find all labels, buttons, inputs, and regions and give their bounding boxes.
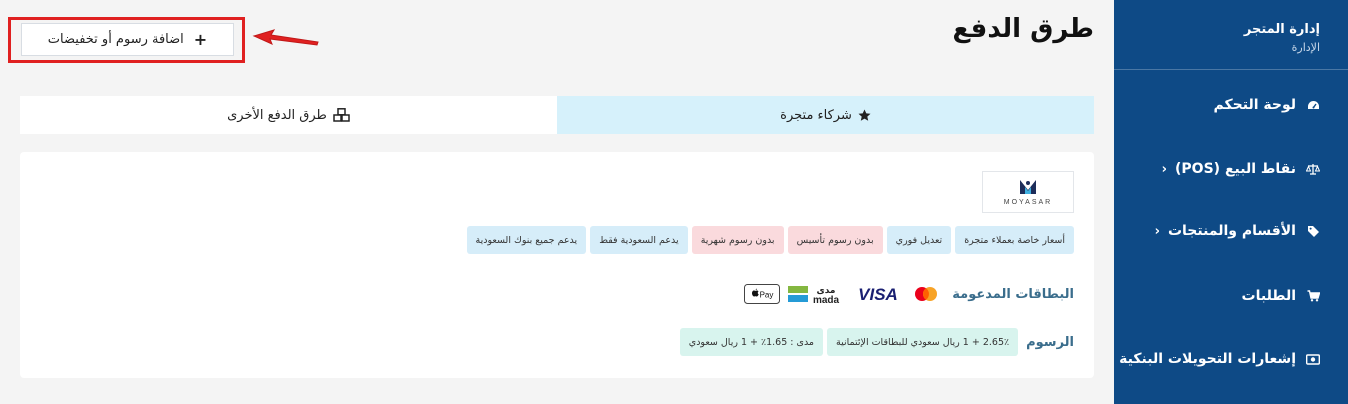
sidebar-item-label: لوحة التحكم <box>1213 97 1296 113</box>
sidebar-header: إدارة المتجر الإدارة <box>1114 0 1348 70</box>
mada-logo-icon: مدى mada <box>788 286 840 305</box>
chevron-left-icon: ‹ <box>1154 223 1160 239</box>
payment-tabs: شركاء متجرة طرق الدفع الأخرى <box>20 96 1094 134</box>
fees-row: الرسوم 2.65٪ + 1 ريال سعودي للبطاقات الإ… <box>679 328 1074 356</box>
provider-card: MOYASAR أسعار خاصة بعملاء متجرة تعديل فو… <box>20 152 1094 378</box>
fee-badge: مدى : 1.65٪ + 1 ريال سعودي <box>679 328 824 356</box>
tab-label: طرق الدفع الأخرى <box>227 107 327 123</box>
feature-badge: بدون رسوم شهرية <box>691 226 784 254</box>
mada-en-text: mada <box>813 295 840 305</box>
store-subtitle: الإدارة <box>1291 41 1320 54</box>
cubes-icon <box>333 108 350 122</box>
mastercard-icon <box>915 287 938 301</box>
sidebar-item-label: نقاط البيع (POS) <box>1175 161 1296 177</box>
logo-text: MOYASAR <box>1003 199 1053 206</box>
cart-icon <box>1306 289 1320 303</box>
sidebar-item-label: إشعارات التحويلات البنكية <box>1119 351 1296 367</box>
sidebar-item-bank-transfers[interactable]: إشعارات التحويلات البنكية <box>1114 339 1348 379</box>
apple-pay-icon: Pay <box>744 284 781 304</box>
apple-pay-text: Pay <box>760 291 774 300</box>
supported-cards-row: البطاقات المدعومة VISA مدى mada Pay <box>744 283 1074 305</box>
money-icon <box>1306 352 1320 366</box>
sidebar-item-pos[interactable]: نقاط البيع (POS) ‹ <box>1114 149 1348 189</box>
feature-badge: تعديل فوري <box>886 226 952 254</box>
tab-other-methods[interactable]: طرق الدفع الأخرى <box>20 96 557 134</box>
tab-label: شركاء متجرة <box>780 107 852 123</box>
store-title: إدارة المتجر <box>1243 22 1320 37</box>
fees-label: الرسوم <box>1026 334 1074 350</box>
page-title: طرق الدفع <box>952 14 1094 44</box>
sidebar-item-orders[interactable]: الطلبات <box>1114 276 1348 316</box>
star-icon <box>858 109 871 122</box>
add-fees-label: اضافة رسوم أو تخفيضات <box>47 32 184 47</box>
supported-cards-label: البطاقات المدعومة <box>952 286 1074 302</box>
annotation-arrow-icon <box>252 29 319 46</box>
scale-icon <box>1306 162 1320 176</box>
feature-badge: يدعم السعودية فقط <box>590 226 688 254</box>
sidebar-item-categories[interactable]: الأقسام والمنتجات ‹ <box>1114 211 1348 251</box>
sidebar-item-dashboard[interactable]: لوحة التحكم <box>1114 85 1348 125</box>
visa-logo-icon: VISA <box>858 285 898 303</box>
sidebar: إدارة المتجر الإدارة لوحة التحكم نقاط ال… <box>1114 0 1348 404</box>
feature-badges: أسعار خاصة بعملاء متجرة تعديل فوري بدون … <box>466 226 1074 254</box>
plus-icon: + <box>193 30 208 49</box>
sidebar-item-label: الطلبات <box>1241 288 1296 304</box>
sidebar-item-label: الأقسام والمنتجات <box>1167 223 1296 239</box>
moyasar-logo[interactable]: MOYASAR <box>982 171 1074 213</box>
tab-partners[interactable]: شركاء متجرة <box>557 96 1094 134</box>
visa-text: VISA <box>858 285 898 303</box>
chevron-left-icon: ‹ <box>1161 161 1168 177</box>
tag-icon <box>1306 224 1320 238</box>
feature-badge: أسعار خاصة بعملاء متجرة <box>955 226 1074 254</box>
add-fees-button[interactable]: + اضافة رسوم أو تخفيضات <box>21 23 234 56</box>
moyasar-logo-icon <box>1020 180 1036 194</box>
dashboard-icon <box>1306 98 1320 112</box>
fee-badge: 2.65٪ + 1 ريال سعودي للبطاقات الإئتمانية <box>827 328 1019 356</box>
feature-badge: يدعم جميع بنوك السعودية <box>466 226 587 254</box>
feature-badge: بدون رسوم تأسيس <box>787 226 883 254</box>
